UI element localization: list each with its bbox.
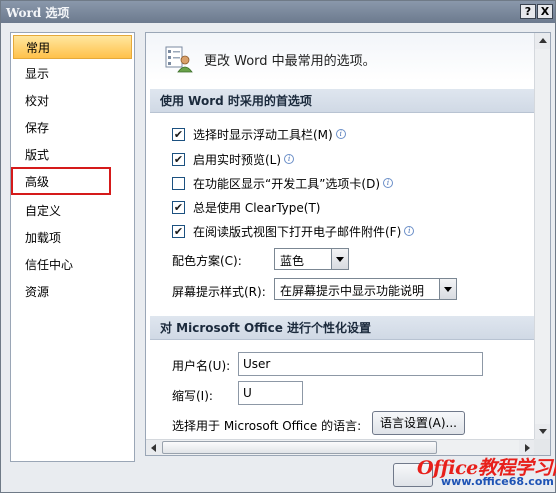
chevron-down-icon[interactable] [331, 249, 348, 269]
option-label: 在功能区显示“开发工具”选项卡(D) [193, 176, 381, 191]
info-icon[interactable]: i [284, 154, 295, 164]
options-content-panel: 更改 Word 中最常用的选项。 使用 Word 时采用的首选项 ✔ 选择时显示… [145, 32, 551, 456]
username-field[interactable]: User [238, 352, 483, 376]
info-icon[interactable]: i [335, 129, 346, 139]
option-label: 总是使用 ClearType(T) [193, 200, 321, 215]
checkbox-email-attachments[interactable]: ✔ [172, 224, 185, 238]
screentip-style-select[interactable]: 在屏幕提示中显示功能说明 [274, 278, 457, 300]
scroll-down-icon[interactable] [535, 424, 550, 440]
sidebar-item-popular[interactable]: 常用 [13, 35, 132, 59]
screentip-style-value: 在屏幕提示中显示功能说明 [280, 284, 425, 298]
language-label: 选择用于 Microsoft Office 的语言: [172, 419, 362, 433]
sidebar-item-proofing[interactable]: 校对 [13, 89, 132, 113]
checkbox-cleartype[interactable]: ✔ [172, 200, 185, 214]
option-live-preview[interactable]: ✔ 启用实时预览(L) i [172, 150, 295, 168]
checkbox-mini-toolbar[interactable]: ✔ [172, 127, 185, 141]
content-header-text: 更改 Word 中最常用的选项。 [204, 54, 376, 69]
initials-field[interactable]: U [238, 381, 303, 405]
option-label: 在阅读版式视图下打开电子邮件附件(F) [193, 224, 402, 239]
watermark-url: www.office68.com [441, 475, 554, 488]
advanced-highlight-box [11, 167, 111, 195]
option-label: 启用实时预览(L) [193, 152, 282, 167]
username-label: 用户名(U): [172, 359, 231, 373]
close-button[interactable]: X [537, 4, 553, 19]
window-title: Word 选项 [6, 6, 70, 20]
title-bar: Word 选项 ? X [1, 1, 555, 23]
checkbox-live-preview[interactable]: ✔ [172, 152, 185, 166]
word-options-dialog: Word 选项 ? X 常用 显示 校对 保存 版式 高级 自定义 加载项 信任… [0, 0, 556, 493]
initials-label: 缩写(I): [172, 389, 213, 403]
vertical-scrollbar[interactable] [534, 33, 550, 440]
option-cleartype[interactable]: ✔ 总是使用 ClearType(T) [172, 198, 320, 216]
scroll-left-icon[interactable] [146, 440, 162, 455]
sidebar-item-trust-center[interactable]: 信任中心 [13, 253, 132, 277]
checkbox-developer-tab[interactable] [172, 176, 185, 190]
option-developer-tab[interactable]: 在功能区显示“开发工具”选项卡(D) i [172, 174, 394, 192]
section-personalize-header: 对 Microsoft Office 进行个性化设置 [150, 316, 535, 340]
sidebar-item-addins[interactable]: 加载项 [13, 226, 132, 250]
help-button[interactable]: ? [520, 4, 536, 19]
color-scheme-label: 配色方案(C): [172, 254, 242, 268]
language-settings-button[interactable]: 语言设置(A)... [372, 411, 465, 435]
category-sidebar: 常用 显示 校对 保存 版式 高级 自定义 加载项 信任中心 资源 [10, 32, 135, 462]
info-icon[interactable]: i [383, 178, 394, 188]
sidebar-item-save[interactable]: 保存 [13, 116, 132, 140]
sidebar-item-layout[interactable]: 版式 [13, 143, 132, 167]
horizontal-scroll-thumb[interactable] [162, 441, 437, 454]
color-scheme-select[interactable]: 蓝色 [274, 248, 349, 270]
option-label: 选择时显示浮动工具栏(M) [193, 127, 333, 142]
info-icon[interactable]: i [404, 226, 415, 236]
content-header: 更改 Word 中最常用的选项。 [146, 33, 535, 81]
site-watermark: Office教程学习网 www.office68.com [411, 453, 556, 491]
screentip-style-label: 屏幕提示样式(R): [172, 285, 266, 299]
scroll-up-icon[interactable] [535, 33, 550, 49]
options-settings-icon [165, 46, 193, 73]
section-preferences-header: 使用 Word 时采用的首选项 [150, 89, 535, 113]
option-email-attachments[interactable]: ✔ 在阅读版式视图下打开电子邮件附件(F) i [172, 222, 415, 240]
color-scheme-value: 蓝色 [280, 254, 305, 268]
sidebar-item-display[interactable]: 显示 [13, 62, 132, 86]
sidebar-item-resources[interactable]: 资源 [13, 280, 132, 304]
sidebar-item-customize[interactable]: 自定义 [13, 199, 132, 223]
option-mini-toolbar[interactable]: ✔ 选择时显示浮动工具栏(M) i [172, 125, 346, 143]
chevron-down-icon[interactable] [439, 279, 456, 299]
